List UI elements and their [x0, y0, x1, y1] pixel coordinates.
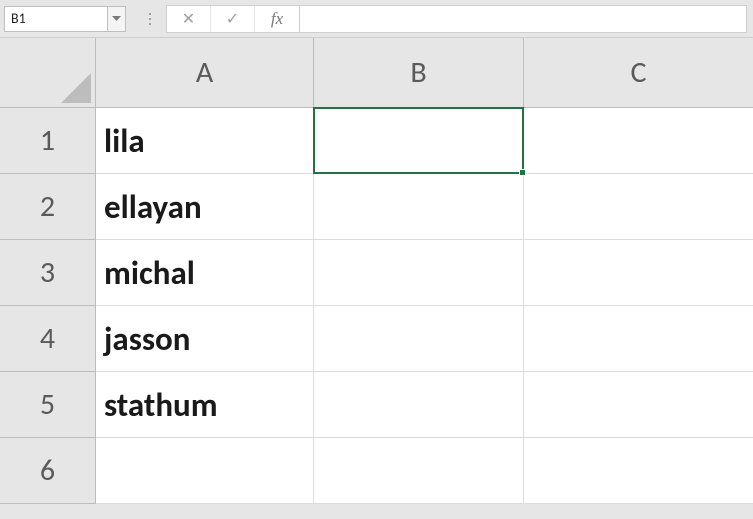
insert-function-button[interactable]: fx: [255, 6, 299, 32]
formula-button-group: ✕ ✓ fx: [166, 5, 300, 33]
cell-A5[interactable]: stathum: [96, 372, 314, 438]
chevron-down-icon: [112, 16, 121, 22]
row: jasson: [96, 306, 753, 372]
separator-dots: [140, 13, 160, 25]
name-box-dropdown[interactable]: [108, 6, 126, 32]
row: ellayan: [96, 174, 753, 240]
row: stathum: [96, 372, 753, 438]
cell-C3[interactable]: [524, 240, 753, 306]
cell-A2[interactable]: ellayan: [96, 174, 314, 240]
formula-input[interactable]: [300, 5, 747, 33]
name-box-wrap: B1: [4, 6, 126, 32]
col-header-B[interactable]: B: [314, 38, 524, 108]
cells-grid: lila ellayan michal jasson stathum: [96, 108, 753, 504]
cell-A3[interactable]: michal: [96, 240, 314, 306]
cell-C1[interactable]: [524, 108, 753, 174]
cell-C4[interactable]: [524, 306, 753, 372]
select-all-icon: [61, 73, 91, 103]
row-header-6[interactable]: 6: [0, 438, 96, 504]
name-box[interactable]: B1: [4, 6, 108, 32]
column-headers: A B C: [96, 38, 753, 108]
cancel-button[interactable]: ✕: [167, 6, 211, 32]
cell-B3[interactable]: [314, 240, 524, 306]
row-header-1[interactable]: 1: [0, 108, 96, 174]
col-header-A[interactable]: A: [96, 38, 314, 108]
row-header-4[interactable]: 4: [0, 306, 96, 372]
cell-C6[interactable]: [524, 438, 753, 504]
cell-B2[interactable]: [314, 174, 524, 240]
row-header-5[interactable]: 5: [0, 372, 96, 438]
formula-bar: B1 ✕ ✓ fx: [0, 0, 753, 38]
cell-B4[interactable]: [314, 306, 524, 372]
cell-B6[interactable]: [314, 438, 524, 504]
cell-A6[interactable]: [96, 438, 314, 504]
row-header-3[interactable]: 3: [0, 240, 96, 306]
cell-B1[interactable]: [314, 108, 524, 174]
cell-B5[interactable]: [314, 372, 524, 438]
col-header-C[interactable]: C: [524, 38, 753, 108]
select-all-corner[interactable]: [0, 38, 96, 108]
row-headers: 1 2 3 4 5 6: [0, 108, 96, 504]
cell-C5[interactable]: [524, 372, 753, 438]
cell-A1[interactable]: lila: [96, 108, 314, 174]
row: michal: [96, 240, 753, 306]
row: [96, 438, 753, 504]
cell-C2[interactable]: [524, 174, 753, 240]
cell-A4[interactable]: jasson: [96, 306, 314, 372]
enter-button[interactable]: ✓: [211, 6, 255, 32]
row-header-2[interactable]: 2: [0, 174, 96, 240]
row: lila: [96, 108, 753, 174]
